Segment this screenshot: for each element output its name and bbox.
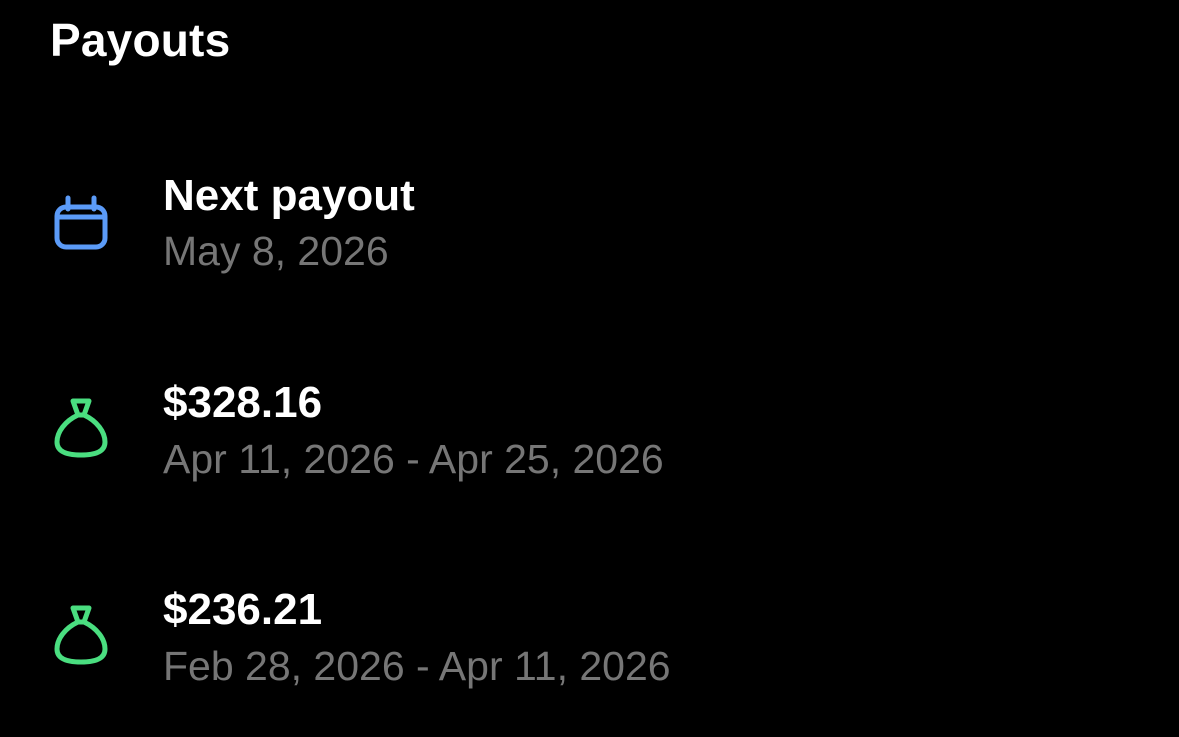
payout-period: Feb 28, 2026 - Apr 11, 2026: [163, 643, 671, 689]
payout-amount: $328.16: [163, 378, 323, 427]
payout-amount: $236.21: [163, 585, 323, 634]
money-bag-icon: [50, 604, 112, 666]
next-payout-row[interactable]: Next payout May 8, 2026: [0, 165, 1179, 295]
calendar-icon: [50, 192, 112, 254]
payout-row[interactable]: $328.16 Apr 11, 2026 - Apr 25, 2026: [0, 372, 1179, 502]
page-title: Payouts: [50, 14, 231, 66]
money-bag-icon: [50, 397, 112, 459]
next-payout-date: May 8, 2026: [163, 228, 389, 274]
payout-period: Apr 11, 2026 - Apr 25, 2026: [163, 436, 664, 482]
next-payout-title: Next payout: [163, 171, 415, 220]
payout-row[interactable]: $236.21 Feb 28, 2026 - Apr 11, 2026: [0, 579, 1179, 709]
